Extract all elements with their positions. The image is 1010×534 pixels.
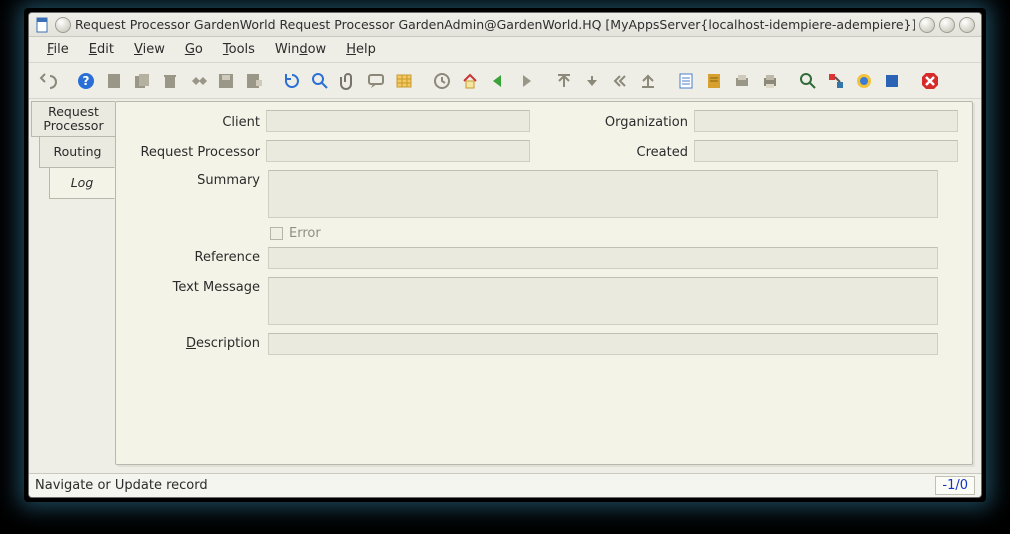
status-message: Navigate or Update record — [35, 478, 935, 493]
forward-icon[interactable] — [513, 68, 539, 94]
grid-toggle-icon[interactable] — [391, 68, 417, 94]
chat-icon[interactable] — [363, 68, 389, 94]
reference-label: Reference — [130, 247, 260, 265]
detail-icon[interactable] — [579, 68, 605, 94]
toolbar: ? — [29, 63, 981, 99]
tab-request-processor[interactable]: Request Processor — [31, 101, 115, 137]
organization-field[interactable] — [694, 110, 958, 132]
window-menu-button[interactable] — [55, 17, 71, 33]
client-field[interactable] — [266, 110, 530, 132]
product-icon[interactable] — [879, 68, 905, 94]
error-checkbox[interactable]: Error — [130, 226, 958, 241]
main-area: Request Processor Routing Log Client Org… — [29, 99, 981, 473]
menu-help[interactable]: Help — [336, 39, 386, 60]
window-title: Request Processor GardenWorld Request Pr… — [75, 17, 915, 32]
menu-view[interactable]: View — [124, 39, 175, 60]
attachment-icon[interactable] — [335, 68, 361, 94]
summary-field[interactable] — [268, 170, 938, 218]
error-label: Error — [289, 226, 321, 241]
menubar: File Edit View Go Tools Window Help — [29, 37, 981, 63]
titlebar: Request Processor GardenWorld Request Pr… — [29, 13, 981, 37]
home-icon[interactable] — [457, 68, 483, 94]
description-label: Description — [130, 333, 260, 351]
help-icon[interactable]: ? — [73, 68, 99, 94]
report-icon[interactable] — [673, 68, 699, 94]
menu-go[interactable]: Go — [175, 39, 213, 60]
menu-window[interactable]: Window — [265, 39, 336, 60]
organization-label: Organization — [568, 112, 688, 130]
tab-log[interactable]: Log — [49, 167, 115, 199]
refresh-icon[interactable] — [279, 68, 305, 94]
request-processor-field[interactable] — [266, 140, 530, 162]
delete-selection-icon[interactable] — [185, 68, 211, 94]
tab-strip: Request Processor Routing Log — [29, 99, 115, 473]
print-preview-icon[interactable] — [729, 68, 755, 94]
request-processor-label: Request Processor — [130, 142, 260, 160]
first-icon[interactable] — [607, 68, 633, 94]
back-icon[interactable] — [485, 68, 511, 94]
menu-file[interactable]: File — [37, 39, 79, 60]
save-icon[interactable] — [213, 68, 239, 94]
form-panel: Client Organization Request Processor Cr — [115, 101, 973, 465]
text-message-label: Text Message — [130, 277, 260, 295]
undo-icon[interactable] — [35, 68, 61, 94]
tab-routing[interactable]: Routing — [39, 136, 115, 168]
app-icon — [35, 17, 51, 33]
record-counter: -1/0 — [935, 476, 975, 495]
svg-text:?: ? — [83, 74, 90, 88]
history-icon[interactable] — [429, 68, 455, 94]
delete-icon[interactable] — [157, 68, 183, 94]
status-bar: Navigate or Update record -1/0 — [29, 473, 981, 497]
save-new-icon[interactable] — [241, 68, 267, 94]
minimize-button[interactable] — [919, 17, 935, 33]
checkbox-icon — [270, 227, 283, 240]
find-icon[interactable] — [307, 68, 333, 94]
copy-icon[interactable] — [129, 68, 155, 94]
new-icon[interactable] — [101, 68, 127, 94]
print-icon[interactable] — [757, 68, 783, 94]
reference-field[interactable] — [268, 247, 938, 269]
workflow-icon[interactable] — [823, 68, 849, 94]
maximize-button[interactable] — [939, 17, 955, 33]
description-field[interactable] — [268, 333, 938, 355]
parent-icon[interactable] — [551, 68, 577, 94]
client-label: Client — [130, 112, 260, 130]
app-window: Request Processor GardenWorld Request Pr… — [28, 12, 982, 498]
exit-icon[interactable] — [917, 68, 943, 94]
close-window-button[interactable] — [959, 17, 975, 33]
request-icon[interactable] — [851, 68, 877, 94]
previous-icon[interactable] — [635, 68, 661, 94]
created-label: Created — [568, 142, 688, 160]
archive-icon[interactable] — [701, 68, 727, 94]
created-field[interactable] — [694, 140, 958, 162]
text-message-field[interactable] — [268, 277, 938, 325]
zoom-across-icon[interactable] — [795, 68, 821, 94]
menu-tools[interactable]: Tools — [213, 39, 265, 60]
summary-label: Summary — [130, 170, 260, 188]
menu-edit[interactable]: Edit — [79, 39, 124, 60]
